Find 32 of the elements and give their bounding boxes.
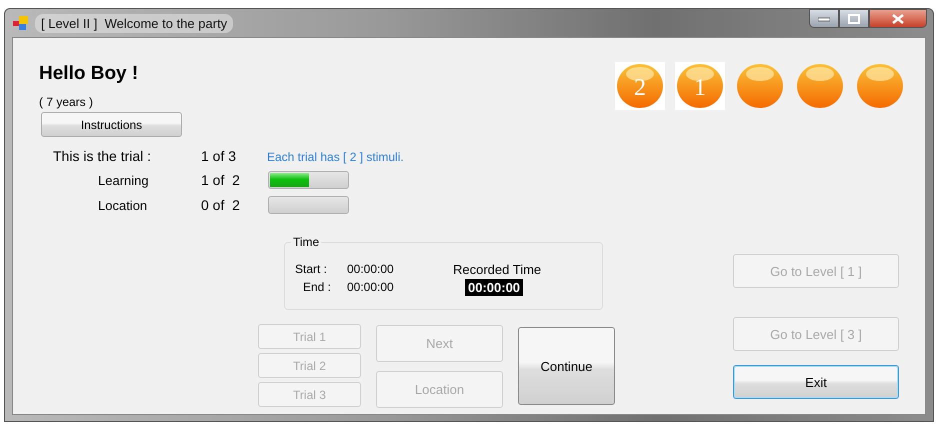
progress-label: Learning — [98, 172, 150, 188]
end-time: 00:00:00 — [347, 280, 395, 294]
app-icon — [13, 16, 29, 30]
instructions-button[interactable]: Instructions — [41, 112, 182, 137]
greeting: Hello Boy ! — [39, 63, 140, 85]
continue-button[interactable]: Continue — [518, 327, 615, 405]
trial-count: 1 of 3 — [201, 148, 238, 164]
close-icon — [892, 14, 904, 24]
age-label: ( 7 years ) — [39, 95, 94, 109]
maximize-icon — [848, 14, 860, 24]
stimuli-note: Each trial has [ 2 ] stimuli. — [267, 150, 404, 164]
window-title: [ Level II ] Welcome to the party — [35, 14, 234, 32]
recorded-time-label: Recorded Time — [453, 262, 542, 276]
close-button[interactable] — [869, 9, 927, 28]
maximize-button[interactable] — [839, 9, 869, 28]
level-ball-icon — [796, 63, 844, 109]
trial-label: This is the trial : — [53, 148, 152, 164]
minimize-button[interactable] — [809, 9, 839, 28]
level-ball-icon — [856, 63, 904, 109]
level-number: 2 — [634, 75, 646, 101]
group-title: Time — [291, 235, 322, 249]
level-ball-icon — [736, 63, 784, 109]
progress-label: Location — [98, 198, 148, 212]
start-time: 00:00:00 — [347, 262, 395, 276]
progress-count: 0 of 2 — [201, 197, 241, 213]
recorded-time: 00:00:00 — [465, 278, 524, 296]
progress-count: 1 of 2 — [201, 172, 241, 188]
start-label: Start : — [294, 262, 328, 276]
level-number: 1 — [694, 75, 706, 101]
minimize-icon — [818, 16, 830, 22]
level-button[interactable]: Exit — [733, 365, 899, 399]
end-label: End : — [302, 280, 332, 294]
